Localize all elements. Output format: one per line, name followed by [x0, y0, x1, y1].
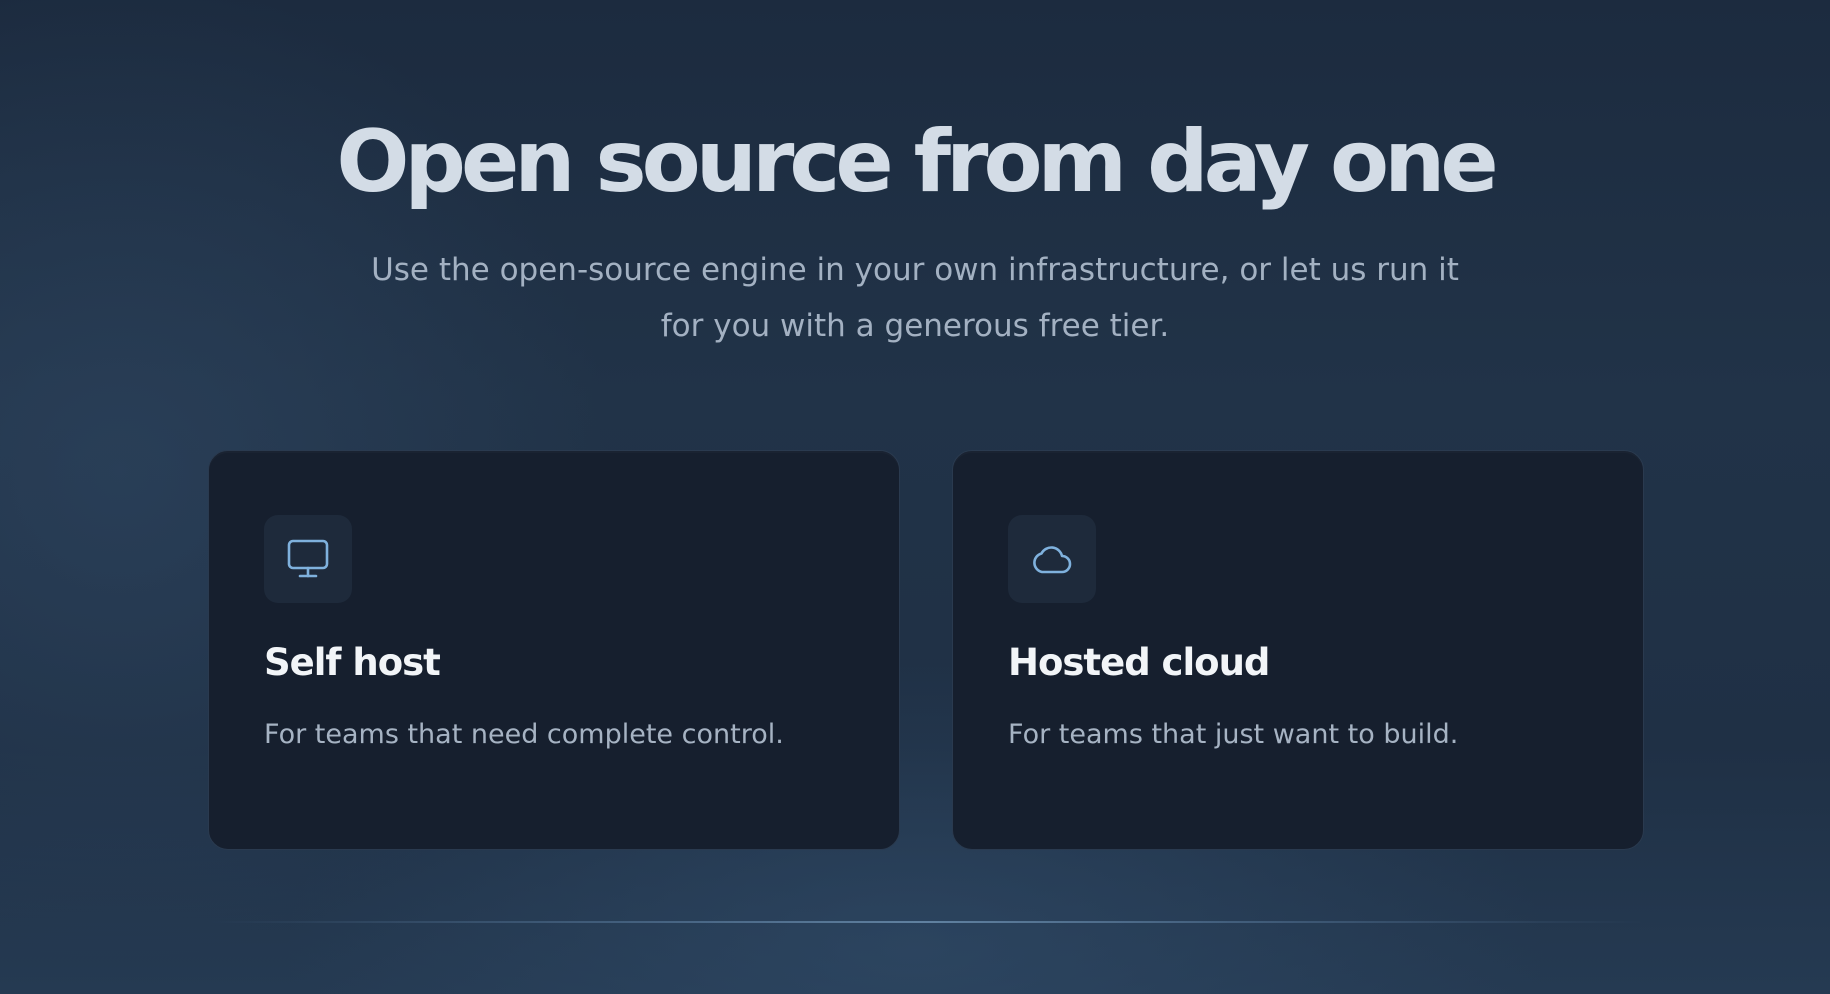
monitor-icon — [287, 539, 329, 578]
hosted-cloud-description: For teams that just want to build. — [1008, 719, 1459, 750]
hosted-cloud-title: Hosted cloud — [1008, 641, 1270, 684]
page-title: Open source from day one — [336, 112, 1498, 212]
hosted-cloud-card[interactable]: Hosted cloud For teams that just want to… — [952, 450, 1644, 850]
self-host-description: For teams that need complete control. — [264, 719, 784, 750]
self-host-title: Self host — [264, 641, 441, 684]
hosted-cloud-icon-box — [1008, 515, 1096, 603]
self-host-card[interactable]: Self host For teams that need complete c… — [208, 450, 900, 850]
section-divider — [208, 921, 1644, 923]
self-host-icon-box — [264, 515, 352, 603]
hero-subtitle: Use the open-source engine in your own i… — [371, 252, 1459, 344]
cloud-icon — [1033, 546, 1072, 574]
